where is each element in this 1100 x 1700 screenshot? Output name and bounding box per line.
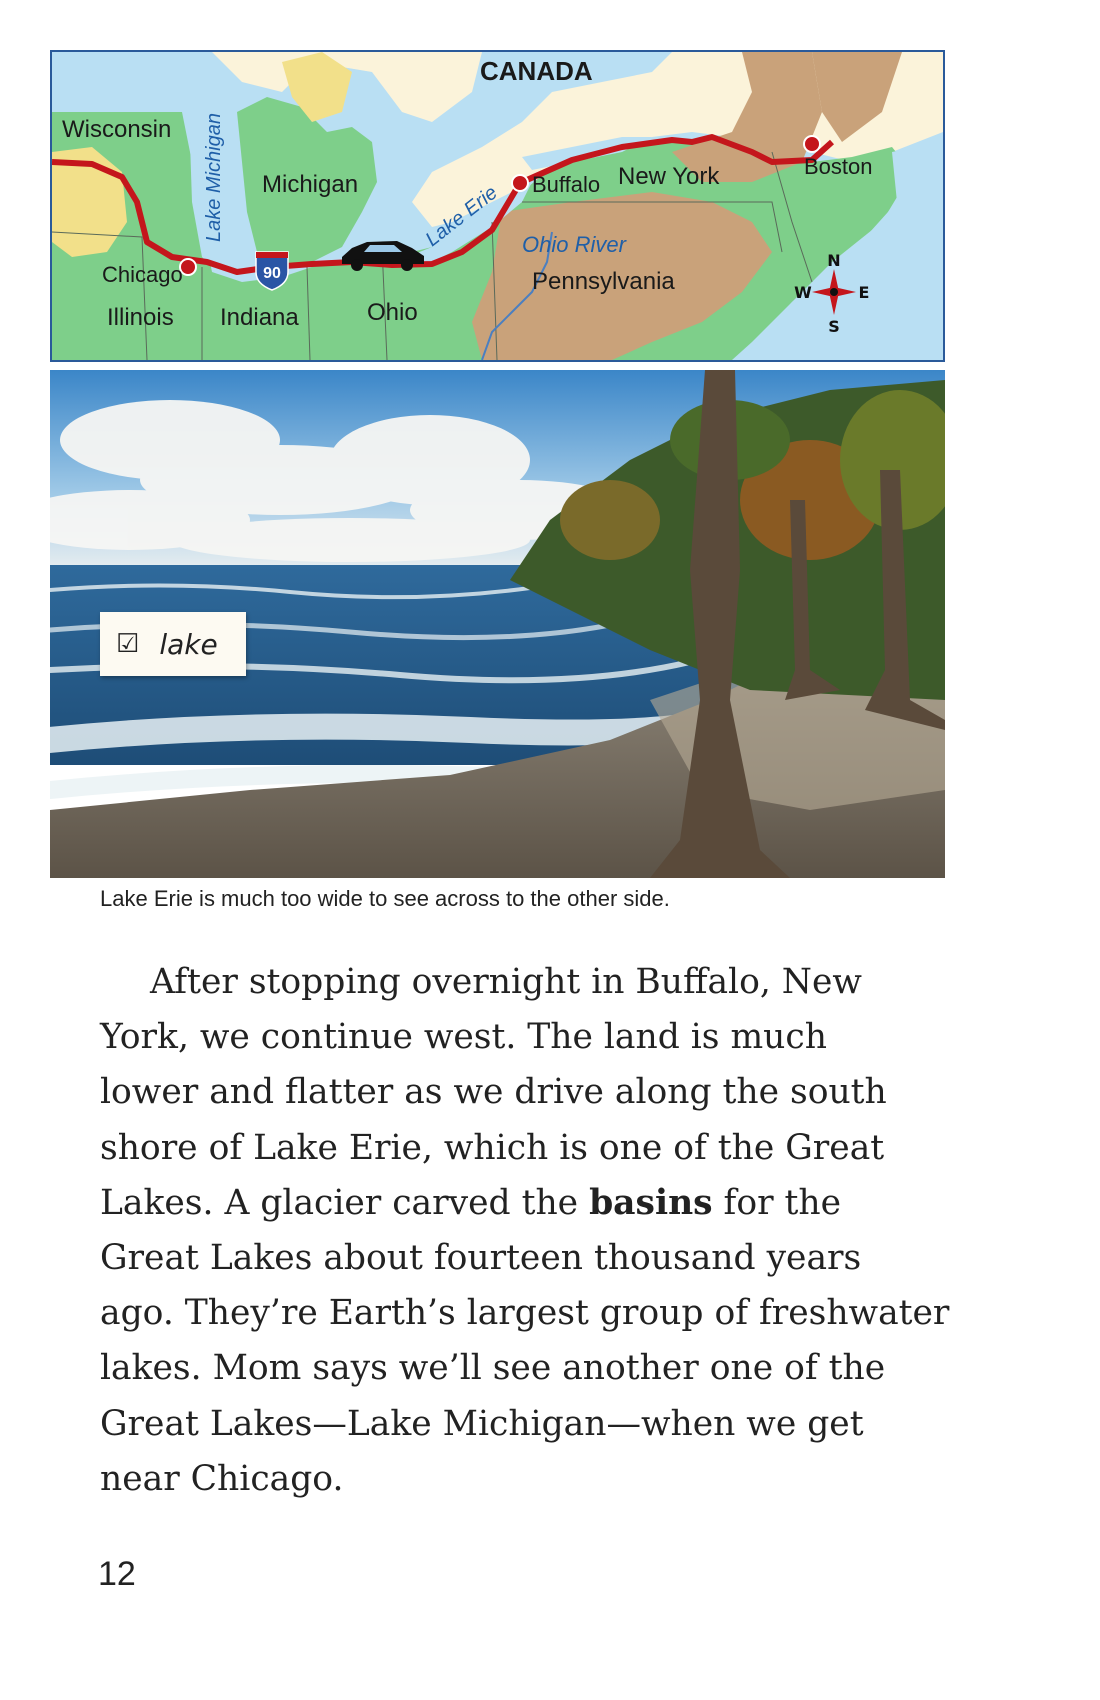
body-line: Lakes. A glacier carved the basins for t…	[100, 1176, 960, 1231]
label-chicago: Chicago	[102, 262, 183, 287]
compass-n: N	[827, 251, 840, 270]
label-buffalo: Buffalo	[532, 172, 600, 197]
body-line: near Chicago.	[100, 1458, 344, 1499]
boston-dot	[803, 135, 821, 153]
label-ohio: Ohio	[367, 299, 418, 326]
buffalo-dot	[511, 174, 529, 192]
label-lake-michigan: Lake Michigan	[203, 113, 225, 242]
label-boston: Boston	[804, 154, 873, 179]
label-canada: CANADA	[480, 56, 593, 86]
page-number: 12	[98, 1555, 136, 1593]
label-wisconsin: Wisconsin	[62, 116, 171, 143]
body-line: lower and flatter as we drive along the …	[100, 1072, 887, 1113]
label-pennsylvania: Pennsylvania	[532, 268, 675, 295]
body-text-segment: Lakes. A glacier carved the	[100, 1182, 590, 1223]
label-ohio-river: Ohio River	[522, 232, 628, 257]
body-line: Great Lakes—Lake Michigan—when we get	[100, 1403, 864, 1444]
body-line: After stopping overnight in Buffalo, New	[150, 962, 862, 1002]
photo-caption: Lake Erie is much too wide to see across…	[100, 886, 670, 911]
label-illinois: Illinois	[107, 304, 174, 331]
body-text-segment: for the	[712, 1182, 842, 1223]
checkbox-icon: ☑	[116, 629, 140, 659]
vocabulary-term-basins: basins	[589, 1182, 713, 1223]
interstate-90-shield: 90	[255, 251, 289, 291]
vocabulary-word: lake	[159, 627, 218, 661]
body-line: ago. They’re Earth’s largest group of fr…	[100, 1293, 950, 1334]
compass-s: S	[828, 317, 840, 336]
compass-e: E	[859, 283, 870, 302]
label-new-york: New York	[618, 163, 720, 190]
highway-shield-number: 90	[263, 265, 281, 282]
compass-w: W	[794, 283, 812, 302]
route-map-graphic: 90 CANADA Wisconsin Lake Michigan Michig…	[52, 52, 943, 360]
body-line: lakes. Mom says we’ll see another one of…	[100, 1348, 886, 1389]
body-line: shore of Lake Erie, which is one of the …	[100, 1127, 885, 1168]
label-indiana: Indiana	[220, 304, 299, 331]
body-line: Great Lakes about fourteen thousand year…	[100, 1238, 862, 1279]
label-michigan: Michigan	[262, 171, 358, 198]
body-paragraph: After stopping overnight in Buffalo, New…	[100, 955, 960, 1507]
vocabulary-card: ☑ lake	[100, 612, 246, 676]
body-line: York, we continue west. The land is much	[100, 1017, 827, 1058]
route-map: 90 CANADA Wisconsin Lake Michigan Michig…	[50, 50, 945, 362]
